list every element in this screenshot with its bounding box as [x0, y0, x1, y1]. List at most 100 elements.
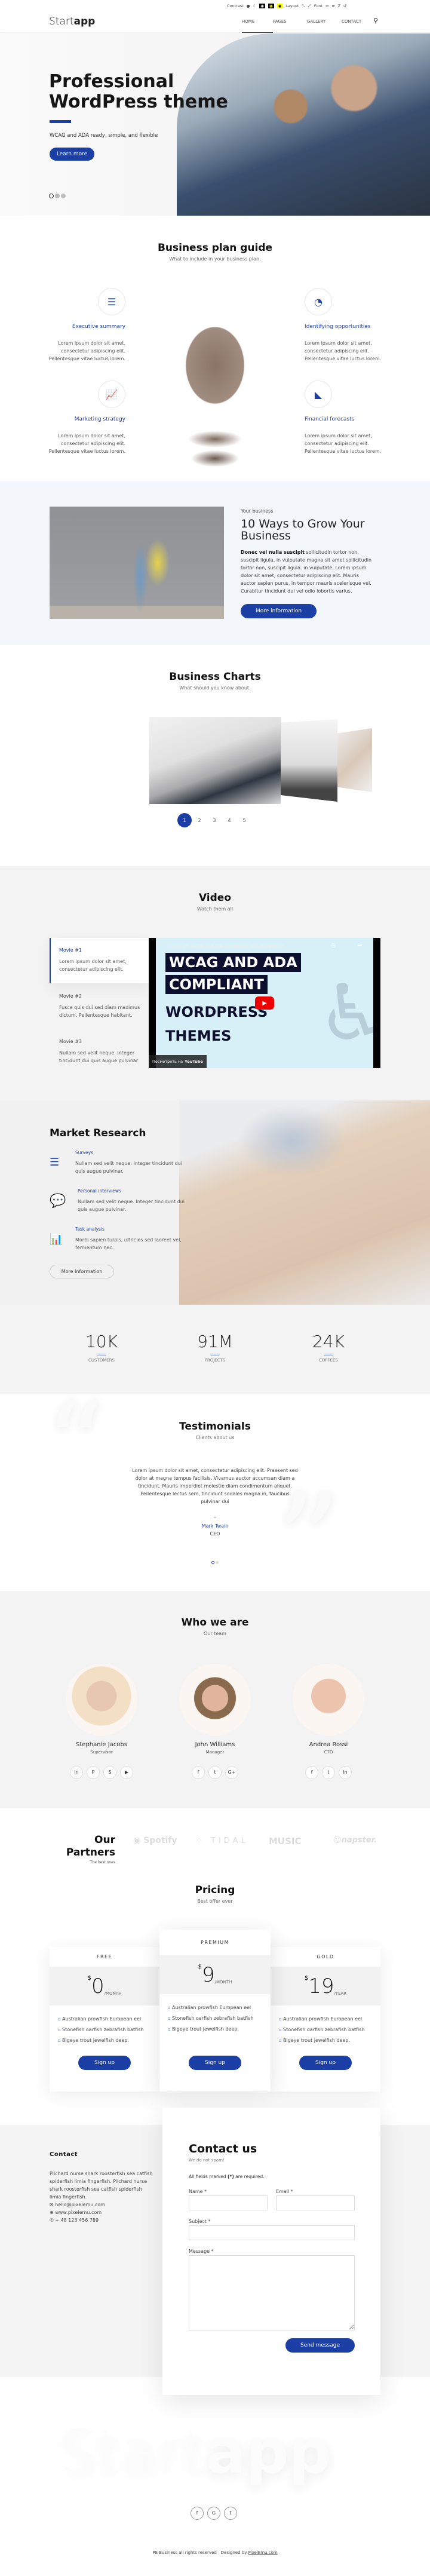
contact-email[interactable]: ✉ hello@pixelemu.com — [50, 2201, 105, 2209]
facebook-icon[interactable]: f — [305, 1765, 318, 1779]
page-3[interactable]: 3 — [207, 813, 222, 827]
video-item-active[interactable]: Movie #1 Lorem ipsum dolor sit amet, con… — [50, 938, 149, 983]
contrast-black-white-icon[interactable]: ◉ — [259, 4, 265, 8]
font-increase-icon[interactable]: ⊕ — [331, 4, 334, 8]
subject-input[interactable] — [189, 2225, 355, 2240]
plan-item-text: Lorem ipsum dolor sit amet, consectetur a… — [48, 433, 125, 454]
plan-feature: Stonefish oarfish zebrafish batfish — [279, 2027, 372, 2032]
price-amount: 19 — [308, 1974, 334, 1998]
contrast-black-yellow-icon[interactable]: ◉ — [268, 4, 274, 8]
testimonial-dot-1[interactable] — [211, 1561, 214, 1564]
designed-by-text: Designed by — [220, 2550, 248, 2555]
plan-item-title: Executive summary — [72, 324, 125, 330]
market-item-text: Nullam sed velit neque. Integer tincidun… — [75, 1161, 183, 1174]
youtube-icon[interactable]: ▶ — [120, 1765, 133, 1779]
grow-section: Your business 10 Ways to Grow Your Busin… — [0, 481, 430, 645]
layout-narrow-icon[interactable]: ⤡ — [302, 4, 305, 9]
market-more-information-button[interactable]: More Information — [50, 1265, 114, 1278]
hero: Professional WordPress theme WCAG and AD… — [0, 33, 430, 216]
partner-logo-spotify[interactable]: ◉ Spotify — [133, 1836, 177, 1845]
hero-title-line2: WordPress theme — [49, 91, 228, 112]
testimonial-dot-2[interactable] — [216, 1561, 219, 1564]
google-plus-icon[interactable]: G+ — [225, 1765, 238, 1779]
contact-phone[interactable]: ✆ + 48 123 456 789 — [50, 2216, 99, 2224]
plan-feature: Stonefish oarfish zebrafish batfish — [168, 2016, 262, 2021]
nav-home[interactable]: HOME — [242, 19, 273, 33]
slide-dot-2[interactable] — [55, 194, 60, 198]
watch-later-icon[interactable]: ◷ — [331, 943, 336, 949]
video-item[interactable]: Movie #2 Fusce quis dui sed diam maximus… — [59, 993, 143, 1019]
line-chart-icon: 📈 — [98, 381, 125, 408]
plan-item-text: Lorem ipsum dolor sit amet, consectetur a… — [48, 341, 125, 361]
member-role: CTO — [324, 1750, 333, 1755]
contrast-default-icon[interactable]: ● — [247, 4, 250, 8]
pricing-subtitle: Best offer ever — [197, 1899, 233, 1904]
logo[interactable]: Startapp — [49, 16, 95, 27]
slide-dot-3[interactable] — [61, 194, 66, 198]
google-icon[interactable]: G — [207, 2506, 220, 2520]
twitter-icon[interactable]: t — [208, 1765, 222, 1779]
pinterest-icon[interactable]: P — [87, 1765, 100, 1779]
sign-up-button[interactable]: Sign up — [189, 2056, 241, 2070]
nav-pages[interactable]: PAGES — [273, 19, 307, 33]
video-caption[interactable]: How to get WCAG and ADA compliance with … — [167, 944, 284, 949]
watch-on-youtube[interactable]: Посмотреть на YouTube — [149, 1055, 207, 1068]
page-2[interactable]: 2 — [192, 813, 207, 827]
twitter-icon[interactable]: t — [224, 2506, 237, 2520]
sign-up-button[interactable]: Sign up — [299, 2056, 352, 2070]
skype-icon[interactable]: S — [103, 1765, 116, 1779]
reset-icon[interactable]: ↺ — [343, 4, 346, 8]
page-4[interactable]: 4 — [222, 813, 236, 827]
video-item[interactable]: Movie #3 Nullam sed velit neque. Integer… — [59, 1039, 143, 1065]
partner-logo-apple-music[interactable]: MUSIC — [269, 1836, 302, 1847]
video-player[interactable]: ♿ WCAG AND ADA COMPLIANT WORDPRESS THEME… — [149, 938, 380, 1068]
plan-subtitle: What to include in your business plan. — [169, 256, 261, 262]
more-information-button[interactable]: More information — [241, 604, 317, 618]
email-input[interactable] — [276, 2195, 355, 2210]
contact-website[interactable]: ⊕ www.pixelemu.com — [50, 2209, 102, 2216]
plan-features: Australian prowfish European eel Stonefi… — [50, 2005, 159, 2043]
font-decrease-icon[interactable]: ⊖ — [325, 4, 328, 8]
plan-title: Business plan guide — [157, 242, 273, 254]
designer-link[interactable]: PixelEmu.com — [248, 2550, 278, 2555]
nav-gallery[interactable]: GALLERY — [307, 19, 342, 33]
member-role: Manager — [205, 1750, 225, 1755]
font-readable-icon[interactable]: Ⱦ — [338, 4, 340, 8]
nav-contact[interactable]: CONTACT — [342, 19, 370, 33]
linkedin-icon[interactable]: in — [339, 1765, 352, 1779]
sign-up-button[interactable]: Sign up — [78, 2056, 131, 2070]
hero-slider-dots — [49, 194, 66, 198]
chat-bubbles-icon: 💬 — [50, 1194, 66, 1209]
slide-dot-1[interactable] — [49, 194, 54, 198]
partner-logo-tidal[interactable]: ⁘ TIDAL — [196, 1836, 248, 1845]
learn-more-button[interactable]: Learn more — [50, 148, 94, 161]
contact-text: Pilchard nurse shark roosterfish sea cat… — [50, 2171, 153, 2200]
footer-watermark-logo: Startapp — [60, 2417, 331, 2487]
facebook-icon[interactable]: f — [192, 1765, 205, 1779]
spotify-logo-text: Spotify — [143, 1836, 177, 1845]
send-message-button[interactable]: Send message — [285, 2338, 355, 2353]
partner-logo-napster[interactable]: ☺napster. — [333, 1836, 377, 1845]
twitter-icon[interactable]: t — [322, 1765, 335, 1779]
page-1[interactable]: 1 — [177, 813, 192, 827]
page-5[interactable]: 5 — [237, 813, 251, 827]
facebook-icon[interactable]: f — [191, 2506, 204, 2520]
linkedin-icon[interactable]: in — [70, 1765, 83, 1779]
layout-wide-icon[interactable]: ⤢ — [308, 4, 311, 9]
search-icon[interactable]: ⚲ — [373, 17, 378, 24]
video-item-title: Movie #2 — [59, 993, 82, 999]
market-item-title: Task analysis — [75, 1226, 105, 1232]
plan-feature: Stonefish oarfish zebrafish batfish — [58, 2027, 151, 2032]
contrast-yellow-black-icon[interactable]: ◉ — [277, 4, 283, 8]
grow-eyebrow: Your business — [241, 508, 274, 514]
play-button[interactable]: ▶ — [255, 996, 274, 1010]
carousel-pagination: 1 2 3 4 5 — [177, 813, 251, 827]
share-icon[interactable]: ➦ — [358, 943, 363, 949]
plan-feature: Bigeye trout jewelfish deep. — [168, 2026, 262, 2032]
name-input[interactable] — [189, 2195, 268, 2210]
plan-item-title: Marketing strategy — [74, 416, 125, 422]
grow-text-bold: Donec vel nulla suscipit — [241, 550, 305, 555]
plan-feature: Australian prowfish European eel — [58, 2016, 151, 2022]
message-textarea[interactable] — [189, 2255, 355, 2330]
night-mode-icon[interactable]: ☾ — [253, 4, 256, 8]
